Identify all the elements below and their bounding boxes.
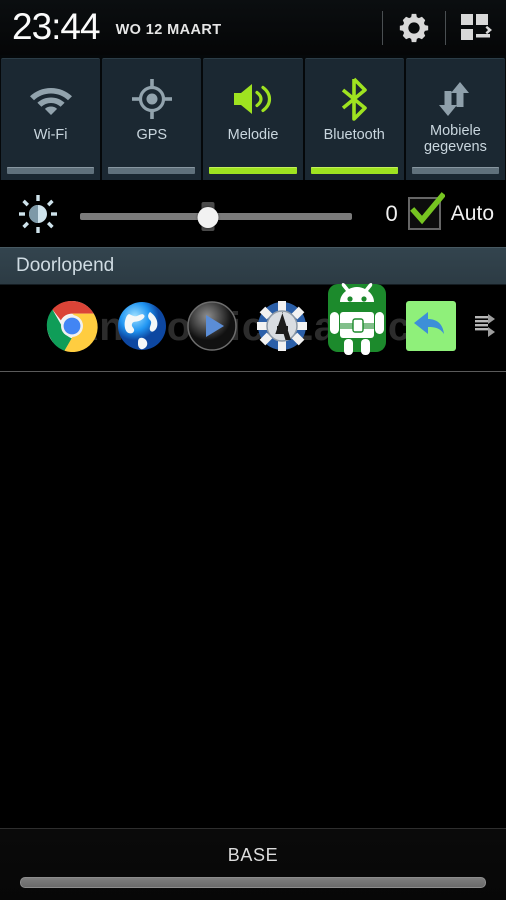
notification-list-empty	[0, 372, 506, 820]
toggle-mobile-data-indicator	[411, 167, 500, 174]
toggle-mobile-data-label: Mobiele gegevens	[423, 123, 487, 155]
android-robot-icon	[328, 282, 386, 355]
toggle-mobile-data[interactable]: Mobiele gegevens	[405, 58, 506, 180]
toggle-bluetooth-label: Bluetooth	[323, 127, 385, 143]
wifi-icon	[28, 76, 74, 122]
toggle-gps-indicator	[108, 167, 196, 174]
carrier-label: BASE	[227, 845, 279, 865]
overflow-more-icon	[475, 313, 495, 337]
data-arrows-icon	[433, 76, 477, 122]
media-play-icon	[187, 300, 237, 351]
toggle-wifi-indicator	[7, 167, 95, 174]
settings-button[interactable]	[397, 11, 431, 45]
poker-chip-icon	[257, 300, 307, 351]
notification-media-player[interactable]	[186, 300, 238, 357]
brightness-value: 0	[385, 200, 398, 226]
toggle-wifi[interactable]: Wi-Fi	[1, 58, 101, 180]
notification-android[interactable]	[326, 282, 388, 361]
quick-settings-button[interactable]	[460, 13, 494, 43]
browser-globe-icon	[118, 301, 166, 350]
toggle-bluetooth-indicator	[310, 167, 398, 174]
brightness-slider-thumb[interactable]	[197, 206, 219, 228]
chrome-icon	[46, 300, 98, 352]
notification-back-arrow[interactable]	[406, 300, 456, 356]
speaker-sound-icon	[230, 76, 276, 122]
panel-drag-handle[interactable]	[20, 877, 486, 888]
checkmark-icon	[409, 192, 445, 225]
back-arrow-icon	[406, 300, 456, 351]
ongoing-section-title: Doorlopend	[16, 255, 115, 276]
quick-settings-grid-icon	[461, 13, 492, 40]
toggle-sound-indicator	[209, 167, 297, 174]
clock: 23:44	[12, 5, 101, 47]
header-divider-1	[382, 10, 383, 45]
toggle-gps[interactable]: GPS	[102, 58, 202, 180]
toggle-sound-label: Melodie	[227, 127, 279, 143]
gps-target-icon	[131, 76, 173, 122]
header-divider-2	[445, 10, 446, 45]
notification-icon-list	[0, 282, 506, 371]
toggle-bluetooth[interactable]: Bluetooth	[304, 58, 404, 180]
brightness-row: 0 Auto	[0, 180, 506, 247]
ongoing-section-header: Doorlopend	[0, 247, 506, 285]
notification-shade: 23:44 WO 12 MAART Wi-Fi GPS Melodie Blue…	[0, 0, 506, 900]
toggle-wifi-label: Wi-Fi	[33, 127, 68, 143]
auto-brightness-label: Auto	[450, 201, 494, 225]
notification-browser[interactable]	[116, 300, 168, 357]
notification-poker-chip[interactable]	[256, 300, 308, 357]
ongoing-notification-row: AndroidicaLaunch	[0, 282, 506, 372]
shade-footer: BASE	[0, 828, 506, 900]
date-label: WO 12 MAART	[115, 21, 222, 38]
status-header: 23:44 WO 12 MAART	[0, 0, 506, 55]
quick-toggle-row: Wi-Fi GPS Melodie Bluetooth Mobiele gege…	[0, 55, 506, 180]
notification-chrome[interactable]	[46, 300, 98, 357]
gear-icon	[399, 13, 429, 42]
auto-brightness-checkbox[interactable]	[407, 192, 445, 230]
brightness-slider[interactable]	[80, 194, 352, 234]
toggle-gps-label: GPS	[136, 127, 168, 143]
notification-overflow[interactable]	[474, 311, 496, 346]
bluetooth-icon	[336, 76, 372, 122]
brightness-sun-icon	[12, 193, 64, 235]
toggle-sound[interactable]: Melodie	[203, 58, 303, 180]
